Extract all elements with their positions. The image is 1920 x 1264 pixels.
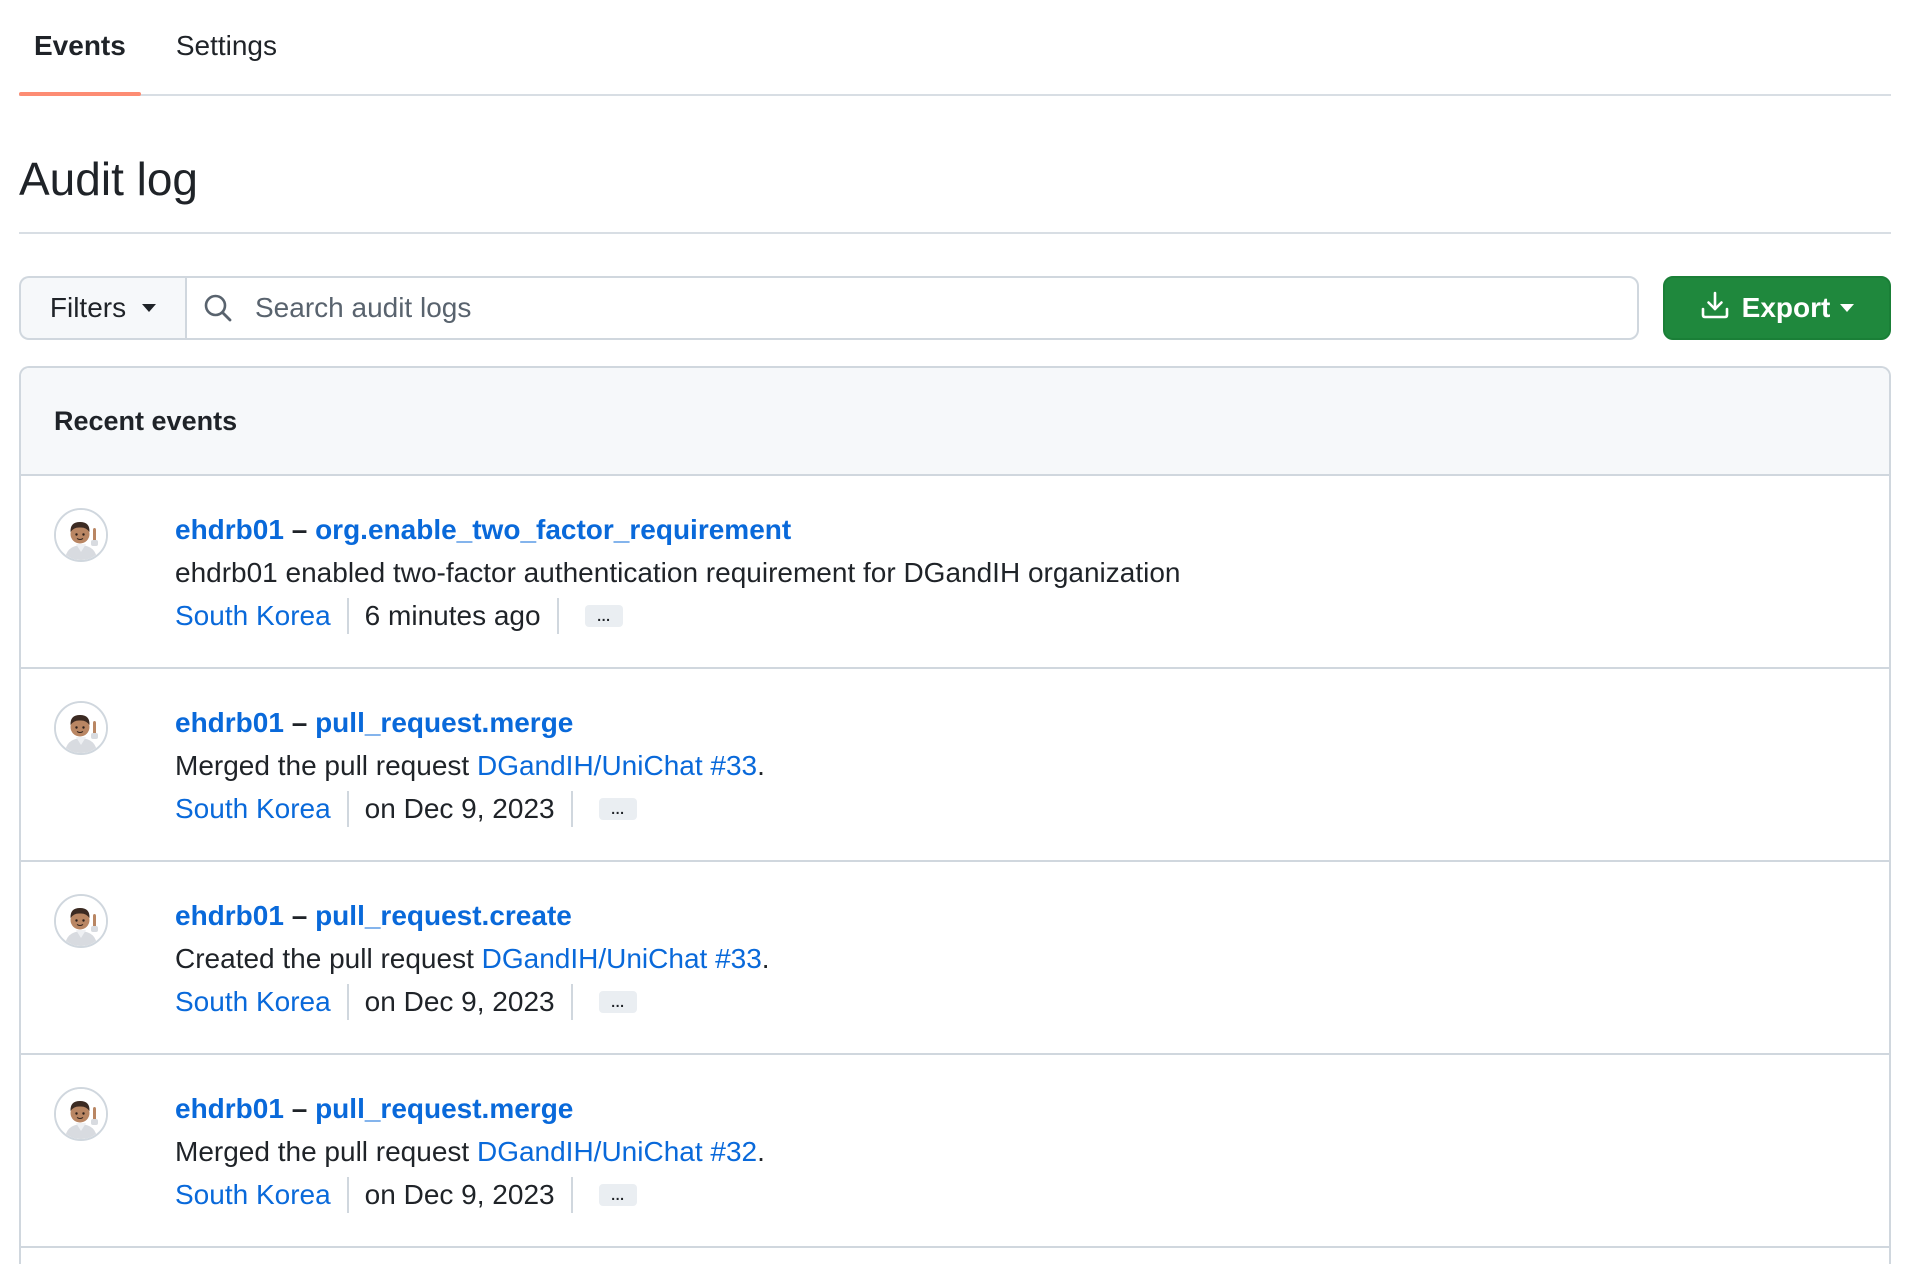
meta-divider [570,983,573,1020]
export-label: Export [1741,292,1831,323]
tab-settings[interactable]: Settings [161,0,292,94]
event-description: Merged the pull request DGandIH/UniChat … [175,744,765,787]
export-button[interactable]: Export [1663,276,1891,340]
description-text: Merged the pull request [175,1136,477,1167]
event-heading: ehdrb01 – pull_request.merge [175,1087,765,1130]
filters-button[interactable]: Filters [19,276,185,340]
avatar[interactable] [54,1087,108,1141]
action-link[interactable]: org.enable_two_factor_requirement [315,514,791,545]
avatar[interactable] [54,894,108,948]
event-description: Created the pull request DGandIH/UniChat… [175,937,770,980]
location-link[interactable]: South Korea [175,980,331,1023]
event-heading: ehdrb01 – pull_request.merge [175,701,765,744]
search-icon [201,291,235,325]
description-text: Merged the pull request [175,750,477,781]
event-meta: South Korea on Dec 9, 2023 … [175,787,765,830]
triangle-down-icon [1840,304,1855,312]
download-icon [1700,290,1730,327]
location-link[interactable]: South Korea [175,594,331,637]
actor-link[interactable]: ehdrb01 [175,514,284,545]
event-description: ehdrb01 enabled two-factor authenticatio… [175,551,1181,594]
tab-events[interactable]: Events [19,0,141,96]
event-meta: South Korea on Dec 9, 2023 … [175,1173,765,1216]
page: Events Settings Audit log Filters Search… [0,0,1920,1264]
meta-divider [556,597,559,634]
event-row: ehdrb01 – pull_request.merge Merged the … [21,1055,1889,1248]
location-link[interactable]: South Korea [175,1173,331,1216]
description-suffix: . [761,943,770,974]
title-row: Audit log [19,96,1891,234]
action-link[interactable]: pull_request.merge [315,707,573,738]
meta-divider [570,1176,573,1213]
action-link[interactable]: pull_request.create [315,900,572,931]
search-row: Filters Export [19,276,1891,340]
description-suffix: . [757,750,765,781]
meta-divider [570,790,573,827]
expand-details-button[interactable]: … [584,604,623,627]
location-link[interactable]: South Korea [175,787,331,830]
separator-dash: – [291,514,308,545]
event-row: ehdrb01 – pull_request.merge Merged the … [21,669,1889,862]
event-time: 6 minutes ago [364,600,541,631]
separator-dash: – [291,1093,308,1124]
event-heading: ehdrb01 – org.enable_two_factor_requirem… [175,508,1181,551]
description-text: Created the pull request [175,943,482,974]
event-list: ehdrb01 – org.enable_two_factor_requirem… [21,476,1889,1248]
event-meta: South Korea on Dec 9, 2023 … [175,980,770,1023]
event-body: ehdrb01 – pull_request.merge Merged the … [175,1087,765,1246]
search-box[interactable] [185,276,1639,340]
filters-label: Filters [49,292,127,323]
page-title: Audit log [19,153,199,205]
event-meta: South Korea 6 minutes ago … [175,594,1181,637]
event-row: ehdrb01 – pull_request.create Created th… [21,862,1889,1055]
avatar[interactable] [54,508,108,562]
separator-dash: – [291,900,308,931]
event-time: on Dec 9, 2023 [364,1179,555,1210]
event-body: ehdrb01 – pull_request.create Created th… [175,894,770,1053]
events-header: Recent events [21,368,1889,476]
separator-dash: – [291,707,308,738]
pull-request-link[interactable]: DGandIH/UniChat #33 [477,750,757,781]
event-heading: ehdrb01 – pull_request.create [175,894,770,937]
actor-link[interactable]: ehdrb01 [175,1093,284,1124]
event-body: ehdrb01 – pull_request.merge Merged the … [175,701,765,860]
event-description: Merged the pull request DGandIH/UniChat … [175,1130,765,1173]
description-suffix: . [757,1136,765,1167]
actor-link[interactable]: ehdrb01 [175,900,284,931]
search-input[interactable] [253,291,1637,325]
expand-details-button[interactable]: … [598,990,637,1013]
tab-nav: Events Settings [19,0,1891,96]
event-time: on Dec 9, 2023 [364,986,555,1017]
pull-request-link[interactable]: DGandIH/UniChat #32 [477,1136,757,1167]
meta-divider [346,983,349,1020]
expand-details-button[interactable]: … [598,1183,637,1206]
avatar[interactable] [54,701,108,755]
meta-divider [346,790,349,827]
actor-link[interactable]: ehdrb01 [175,707,284,738]
description-text: ehdrb01 enabled two-factor authenticatio… [175,557,1181,588]
meta-divider [346,1176,349,1213]
pull-request-link[interactable]: DGandIH/UniChat #33 [482,943,762,974]
event-body: ehdrb01 – org.enable_two_factor_requirem… [175,508,1181,667]
expand-details-button[interactable]: … [598,797,637,820]
event-time: on Dec 9, 2023 [364,793,555,824]
event-row: ehdrb01 – org.enable_two_factor_requirem… [21,476,1889,669]
action-link[interactable]: pull_request.merge [315,1093,573,1124]
triangle-down-icon [142,304,157,312]
meta-divider [346,597,349,634]
events-box: Recent events ehdrb01 – org.enable_two_f… [19,366,1891,1264]
